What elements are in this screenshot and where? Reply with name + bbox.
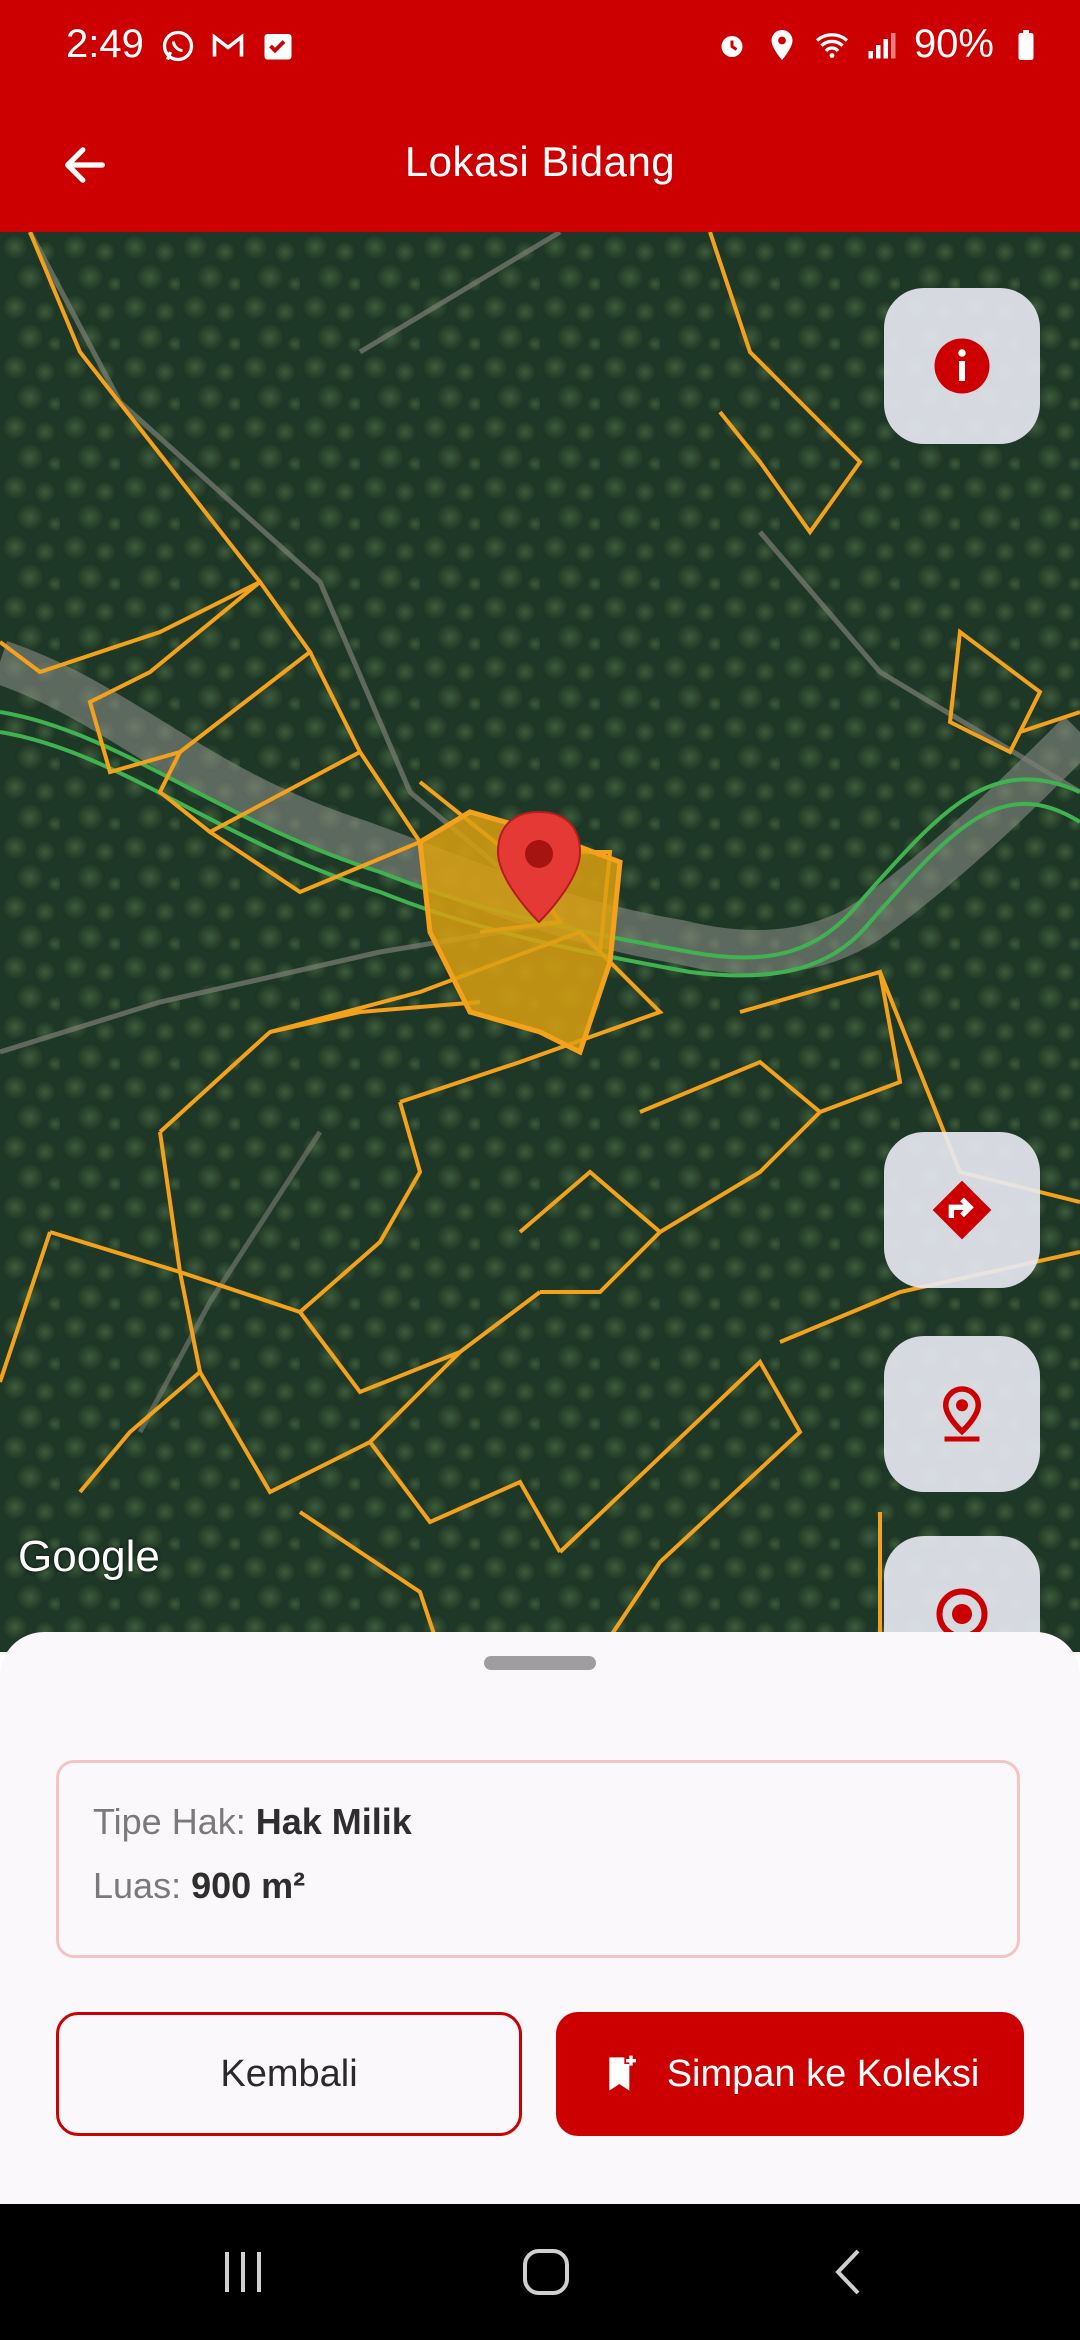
system-nav-bar — [0, 2204, 1080, 2340]
recent-apps-icon — [225, 2252, 261, 2292]
wifi-icon — [815, 32, 849, 58]
info-icon — [934, 338, 990, 394]
pin-location-icon — [942, 1386, 982, 1442]
status-left-icons — [160, 28, 296, 64]
luas-value: 900 m² — [191, 1865, 306, 1906]
kembali-label: Kembali — [220, 2052, 358, 2095]
parcel-info-card: Tipe Hak: Hak Milik Luas: 900 m² — [56, 1760, 1020, 1958]
page-title: Lokasi Bidang — [404, 138, 676, 185]
battery-percent: 90% — [913, 22, 994, 66]
pin-location-button[interactable] — [884, 1336, 1040, 1492]
recent-apps-button[interactable] — [204, 2240, 284, 2304]
info-button[interactable] — [884, 288, 1040, 444]
bookmark-add-icon — [609, 2055, 636, 2091]
signal-icon — [868, 32, 896, 58]
status-bar: 2:49 90% — [0, 0, 1080, 96]
location-icon — [771, 29, 793, 60]
battery-icon — [1018, 29, 1034, 60]
google-logo: Google — [18, 1532, 160, 1581]
luas-label: Luas: — [93, 1865, 192, 1906]
save-to-collection-button[interactable]: Simpan ke Koleksi — [556, 2012, 1024, 2136]
app-bar: Lokasi Bidang — [0, 96, 1080, 232]
save-label: Simpan ke Koleksi — [666, 2052, 980, 2095]
luas-row: Luas: 900 m² — [93, 1865, 305, 1907]
gmail-icon — [212, 33, 244, 57]
tipe-hak-value: Hak Milik — [255, 1801, 412, 1842]
drag-handle[interactable] — [484, 1656, 596, 1670]
status-time: 2:49 — [66, 22, 144, 66]
map-view[interactable]: Google — [0, 232, 1080, 1652]
home-button[interactable] — [506, 2240, 586, 2304]
tipe-hak-row: Tipe Hak: Hak Milik — [93, 1801, 412, 1843]
home-icon — [523, 2249, 569, 2295]
directions-button[interactable] — [884, 1132, 1040, 1288]
alarm-icon — [721, 35, 743, 57]
status-right: 90% — [714, 22, 1044, 67]
chevron-left-icon — [835, 2249, 860, 2295]
whatsapp-icon — [162, 30, 194, 62]
kembali-button[interactable]: Kembali — [56, 2012, 522, 2136]
tipe-hak-label: Tipe Hak: — [93, 1801, 256, 1842]
directions-icon — [932, 1180, 992, 1240]
bottom-sheet: Tipe Hak: Hak Milik Luas: 900 m² Kembali… — [0, 1632, 1080, 2204]
task-check-icon — [264, 34, 292, 60]
back-nav-button[interactable] — [808, 2240, 888, 2304]
